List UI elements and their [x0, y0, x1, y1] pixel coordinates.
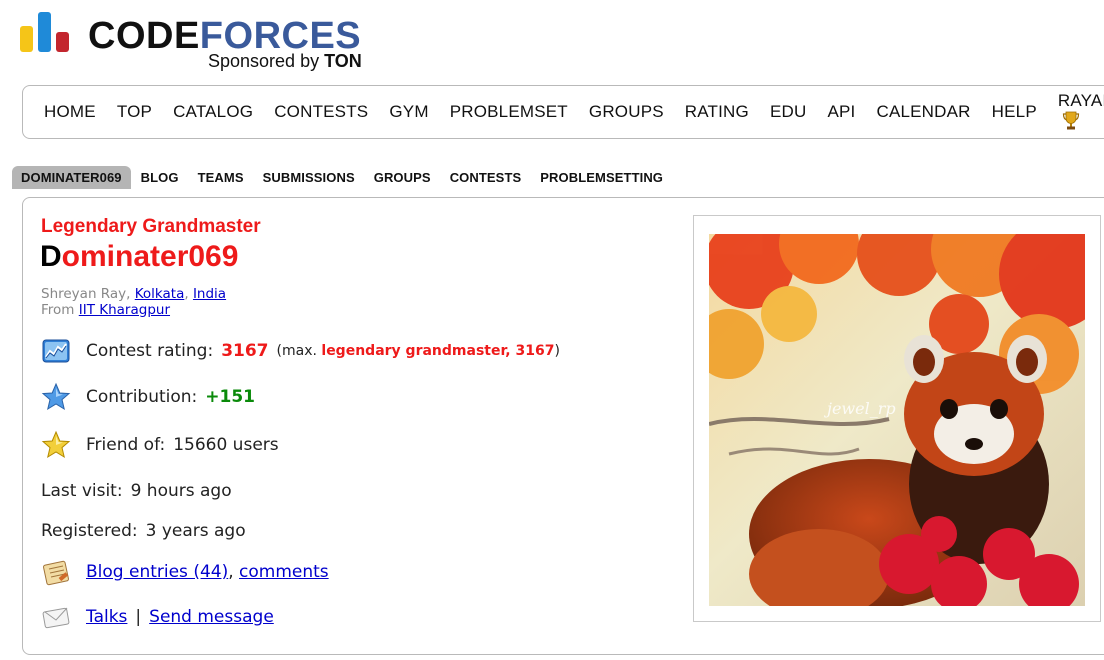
- submenu-teams[interactable]: TEAMS: [189, 166, 253, 189]
- main-menu: HOME TOP CATALOG CONTESTS GYM PROBLEMSET…: [22, 85, 1104, 139]
- registered-row: Registered: 3 years ago: [41, 521, 246, 541]
- submenu-profile[interactable]: DOMINATER069: [12, 165, 131, 189]
- logo-bars-icon: [20, 12, 74, 52]
- menu-problemset[interactable]: PROBLEMSET: [450, 102, 568, 122]
- trophy-icon: [1062, 111, 1079, 130]
- menu-edu[interactable]: EDU: [770, 102, 807, 122]
- registered-value: 3 years ago: [145, 521, 246, 541]
- menu-calendar[interactable]: CALENDAR: [876, 102, 970, 122]
- user-meta: Shreyan Ray, Kolkata, India From IIT Kha…: [41, 286, 227, 318]
- submenu-blog[interactable]: BLOG: [132, 166, 188, 189]
- contribution-row: Contribution: +151: [41, 382, 255, 412]
- talks-row: Talks | Send message: [41, 602, 274, 632]
- menu-help[interactable]: HELP: [992, 102, 1037, 122]
- user-rank: Legendary Grandmaster: [41, 216, 261, 237]
- menu-api[interactable]: API: [827, 102, 855, 122]
- blue-star-icon: [41, 382, 71, 411]
- avatar[interactable]: jewel_rp: [709, 234, 1085, 606]
- organization-link[interactable]: IIT Kharagpur: [79, 302, 170, 318]
- talks-link[interactable]: Talks: [86, 607, 127, 627]
- max-rating: (max. legendary grandmaster, 3167): [276, 343, 560, 359]
- avatar-frame: jewel_rp: [693, 215, 1101, 622]
- contribution-value: +151: [205, 387, 256, 407]
- friends-row: Friend of: 15660 users: [41, 430, 279, 460]
- last-visit-row: Last visit: 9 hours ago: [41, 481, 232, 501]
- send-message-link[interactable]: Send message: [149, 607, 274, 627]
- menu-contests[interactable]: CONTESTS: [274, 102, 368, 122]
- user-handle: Dominater069: [40, 240, 239, 273]
- rating-chart-icon: [42, 339, 70, 363]
- blog-row: Blog entries (44), comments: [41, 557, 329, 587]
- submenu-groups[interactable]: GROUPS: [365, 166, 440, 189]
- menu-gym[interactable]: GYM: [389, 102, 428, 122]
- sponsor-line: Sponsored by TON: [208, 51, 362, 71]
- submenu-contests[interactable]: CONTESTS: [441, 166, 531, 189]
- gold-star-icon: [41, 430, 71, 459]
- avatar-watermark: jewel_rp: [824, 399, 896, 418]
- menu-catalog[interactable]: CATALOG: [173, 102, 253, 122]
- submenu-problemsetting[interactable]: PROBLEMSETTING: [531, 166, 672, 189]
- menu-rayan-label: RAYAN: [1057, 91, 1104, 110]
- menu-rayan[interactable]: RAYAN: [1058, 91, 1104, 133]
- red-panda-photo: jewel_rp: [709, 234, 1085, 606]
- blog-notepad-icon: [43, 560, 69, 586]
- contest-rating-row: Contest rating: 3167 (max. legendary gra…: [41, 336, 560, 366]
- user-submenu: DOMINATER069 BLOG TEAMS SUBMISSIONS GROU…: [12, 165, 673, 189]
- comments-link[interactable]: comments: [239, 562, 329, 582]
- menu-rating[interactable]: RATING: [685, 102, 749, 122]
- envelope-icon: [42, 607, 70, 629]
- from-label: From: [41, 302, 75, 318]
- last-visit-value: 9 hours ago: [130, 481, 232, 501]
- profile-box: Legendary Grandmaster Dominater069 Shrey…: [22, 197, 1104, 655]
- contest-rating-value: 3167: [221, 341, 269, 361]
- country-link[interactable]: India: [193, 286, 226, 302]
- submenu-submissions[interactable]: SUBMISSIONS: [254, 166, 364, 189]
- menu-top[interactable]: TOP: [117, 102, 152, 122]
- logo-wordmark: CODEFORCES: [88, 15, 362, 57]
- codeforces-logo[interactable]: CODEFORCES Sponsored by TON: [20, 10, 380, 74]
- friends-count: 15660 users: [173, 435, 279, 455]
- user-name: Shreyan Ray: [41, 286, 127, 302]
- blog-entries-link[interactable]: Blog entries (44): [86, 562, 228, 582]
- city-link[interactable]: Kolkata: [135, 286, 185, 302]
- menu-home[interactable]: HOME: [44, 102, 96, 122]
- menu-groups[interactable]: GROUPS: [589, 102, 664, 122]
